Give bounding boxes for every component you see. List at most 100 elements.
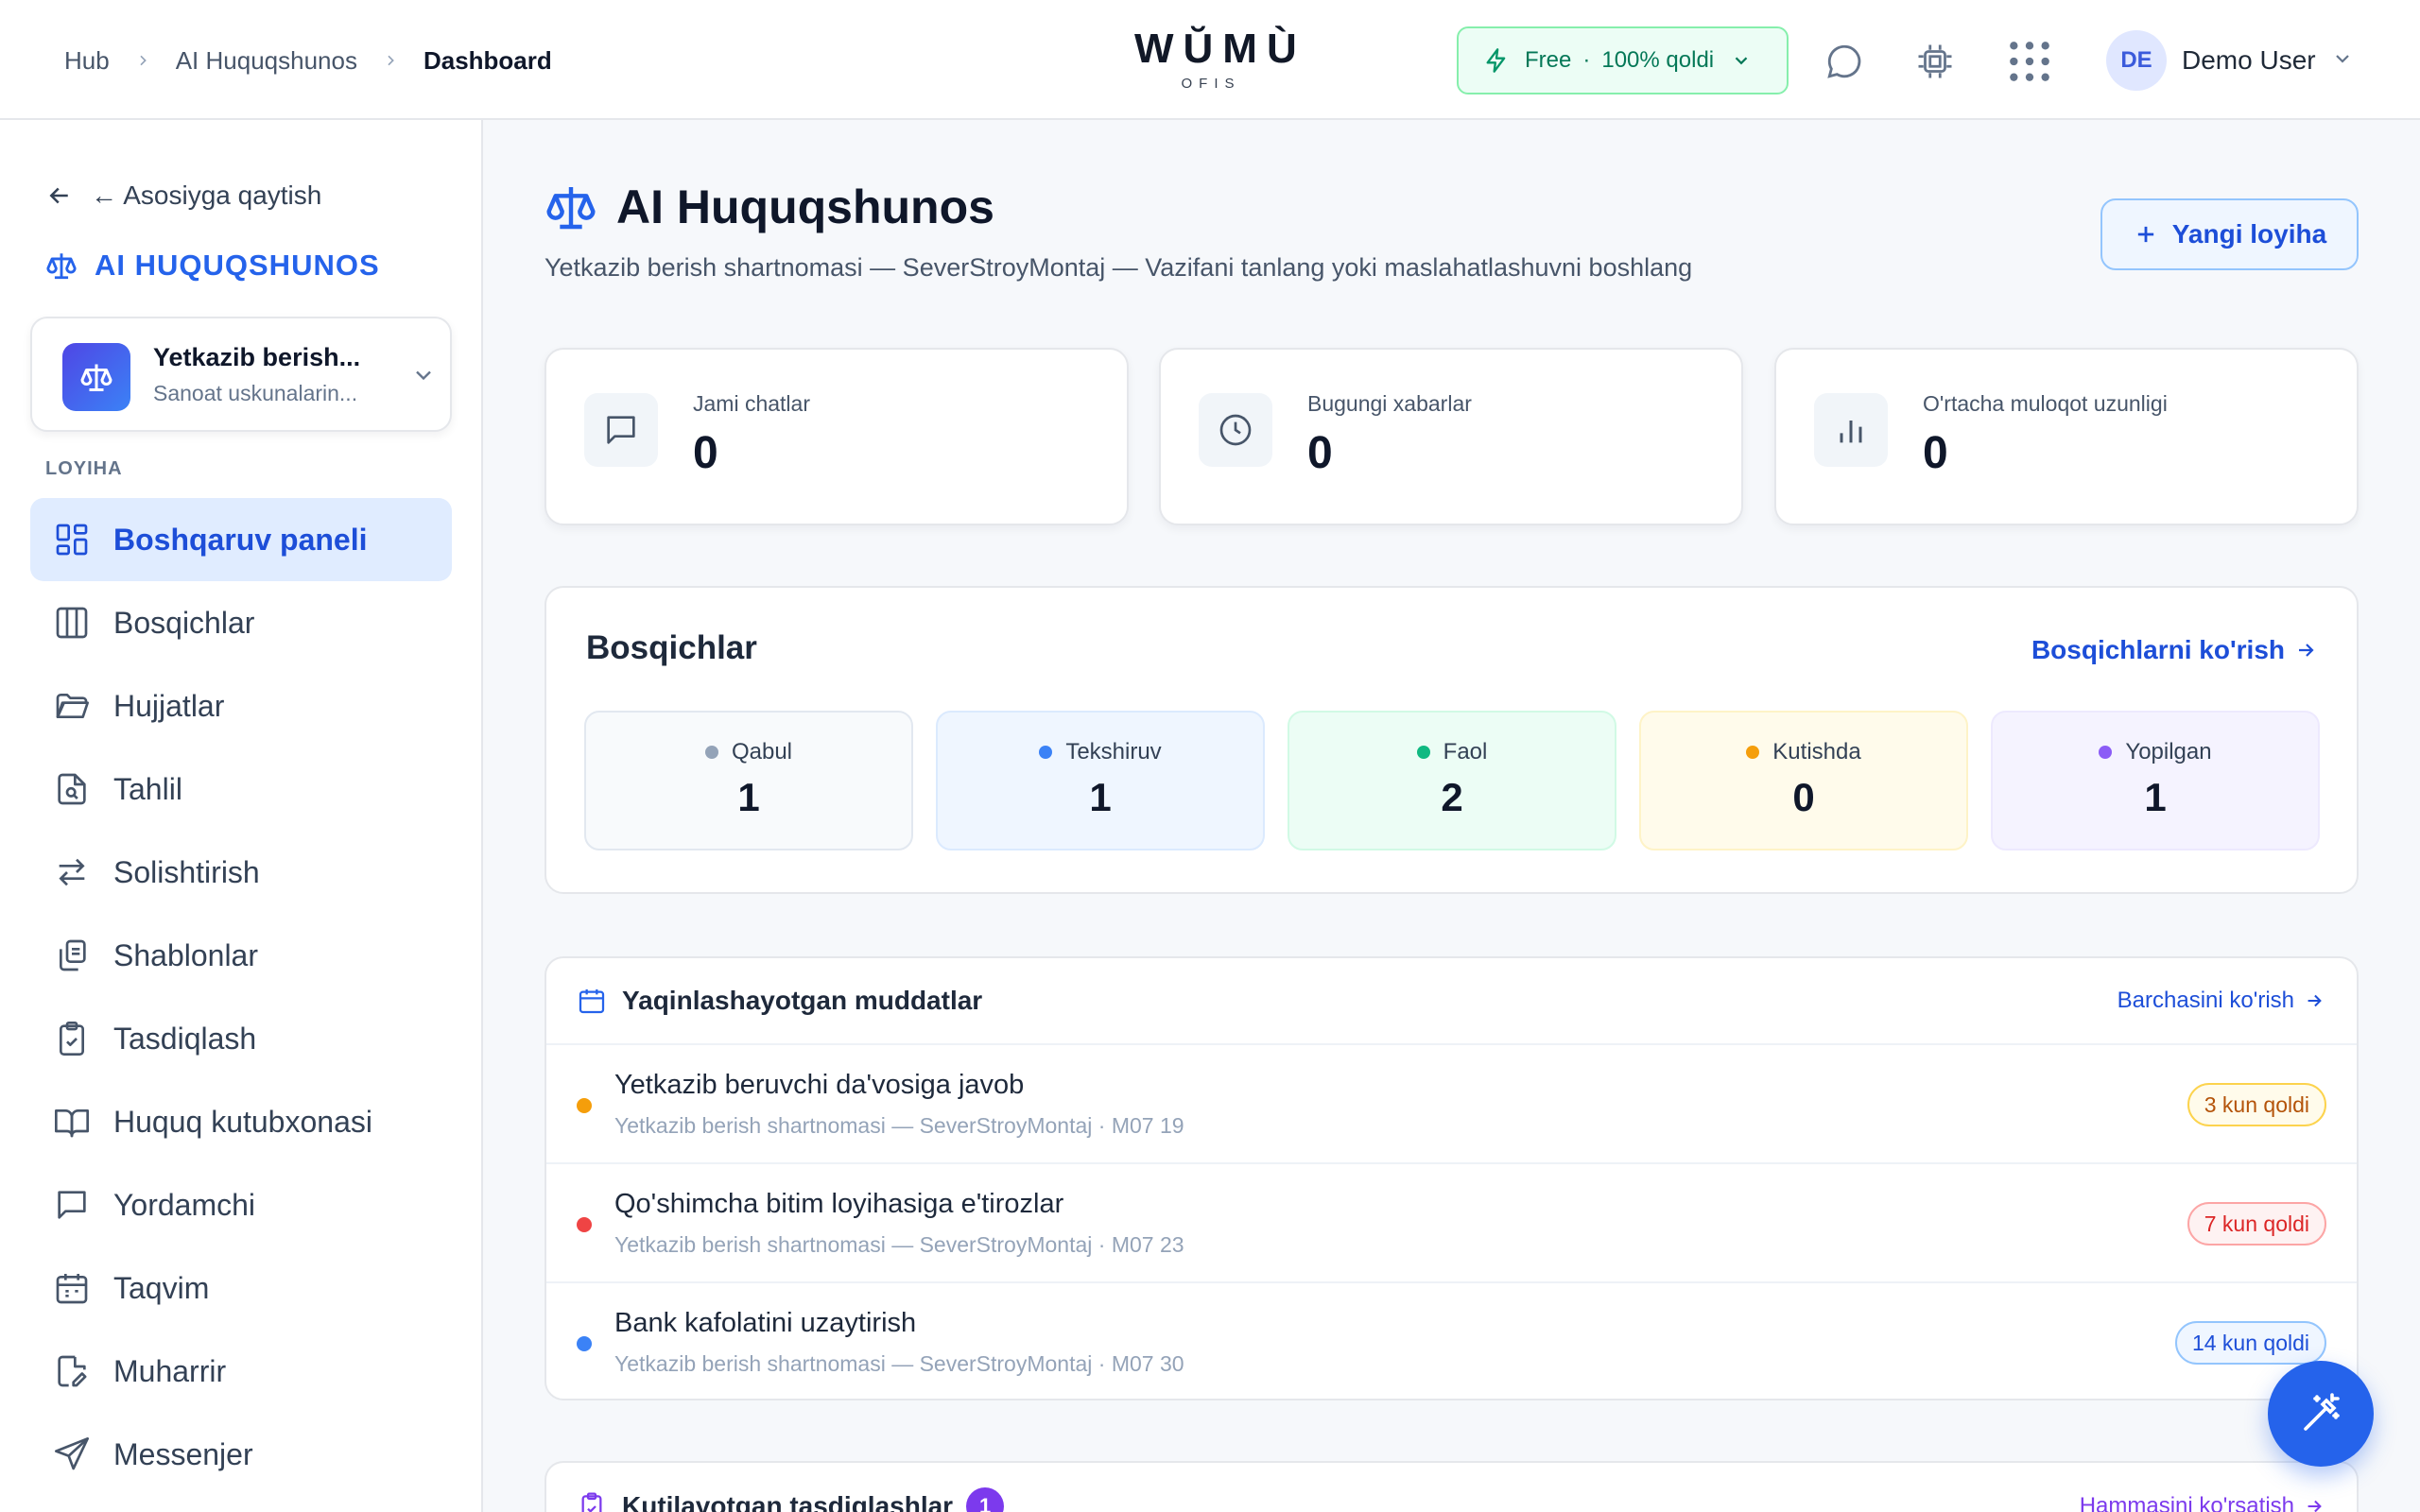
sidebar-item-yordamchi[interactable]: Yordamchi: [30, 1163, 452, 1246]
stage-tile-yopilgan[interactable]: Yopilgan 1: [1991, 711, 2320, 850]
sidebar-item-bosqichlar[interactable]: Bosqichlar: [30, 581, 452, 664]
logo-subtitle: OFIS: [1181, 76, 1241, 92]
clock-icon: [1199, 393, 1272, 467]
plan-remaining: 100% qoldi: [1601, 47, 1715, 73]
cpu-icon: [1918, 44, 1952, 78]
stage-tile-qabul[interactable]: Qabul 1: [584, 711, 913, 850]
stages-title: Bosqichlar: [586, 629, 757, 666]
stage-count: 2: [1441, 775, 1463, 819]
plan-button[interactable]: Free · 100% qoldi: [1457, 26, 1789, 94]
stage-tile-tekshiruv[interactable]: Tekshiruv 1: [936, 711, 1265, 850]
view-stages-link[interactable]: Bosqichlarni ko'rish: [2031, 635, 2317, 665]
approvals-card: Kutilayotgan tasdiqlashlar 1 Hammasini k…: [544, 1461, 2359, 1512]
project-title: Yetkazib berish...: [153, 343, 361, 371]
chat-icon: [58, 1191, 86, 1219]
sidebar-item-messenjer[interactable]: Messenjer: [30, 1413, 452, 1496]
user-name[interactable]: Demo User: [2182, 42, 2316, 79]
logo-mark: WŬMÙ: [1134, 26, 1306, 72]
chat-bubble-icon: [1827, 44, 1861, 78]
sidebar-item-tasdiqlash[interactable]: Tasdiqlash: [30, 997, 452, 1080]
cpu-button[interactable]: [1911, 38, 1959, 85]
deadline-title: Qo'shimcha bitim loyihasiga e'tirozlar: [614, 1189, 1064, 1219]
scales-icon: [80, 364, 112, 391]
chevron-down-icon[interactable]: [2331, 47, 2354, 75]
breadcrumb-hub[interactable]: Hub: [64, 46, 110, 76]
days-left-badge: 3 kun qoldi: [2187, 1083, 2326, 1126]
priority-dot: [577, 1217, 592, 1232]
project-selector[interactable]: Yetkazib berish... Sanoat uskunalarin...: [30, 317, 452, 432]
sidebar-item-hujjatlar[interactable]: Hujjatlar: [30, 664, 452, 747]
new-project-button[interactable]: Yangi loyiha: [2100, 198, 2359, 270]
stage-tile-faol[interactable]: Faol 2: [1288, 711, 1616, 850]
clipboard-check-icon: [60, 1022, 84, 1056]
messages-button[interactable]: [1821, 38, 1868, 85]
deadline-row[interactable]: Qo'shimcha bitim loyihasiga e'tirozlar Y…: [546, 1164, 2357, 1283]
days-left-badge: 14 kun qoldi: [2174, 1321, 2326, 1365]
page-subtitle: Yetkazib berish shartnomasi — SeverStroy…: [544, 253, 1693, 282]
back-to-home-link[interactable]: ← Asosiyga qaytish: [45, 180, 321, 211]
magic-wand-icon: [2304, 1393, 2340, 1431]
chevron-right-icon: [127, 42, 159, 79]
sidebar-item-muharrir[interactable]: Muharrir: [30, 1330, 452, 1413]
chat-icon: [584, 393, 658, 467]
show-all-approvals-link[interactable]: Hammasini ko'rsatish: [2080, 1493, 2325, 1512]
sidebar-item-shablonlar[interactable]: Shablonlar: [30, 914, 452, 997]
app-logo[interactable]: WŬMÙ OFIS: [1125, 25, 1306, 92]
breadcrumb-dashboard: Dashboard: [423, 45, 552, 75]
stage-dot: [1746, 746, 1760, 759]
chevron-right-icon: [374, 42, 406, 79]
stat-label: Jami chatlar: [693, 391, 810, 416]
arrow-right-icon: [2308, 1500, 2322, 1512]
ai-assistant-fab[interactable]: [2268, 1361, 2374, 1467]
sidebar-item-huquq-kutubxonasi[interactable]: Huquq kutubxonasi: [30, 1080, 452, 1163]
stage-dot: [704, 746, 718, 759]
deadline-title: Bank kafolatini uzaytirish: [614, 1308, 917, 1338]
stat-value: 0: [693, 428, 718, 478]
bar-chart-icon: [1814, 393, 1888, 467]
deadline-meta: Yetkazib berish shartnomasi — SeverStroy…: [614, 1351, 1184, 1376]
page-title: AI Huquqshunos: [544, 180, 994, 234]
stat-value: 0: [1923, 428, 1948, 478]
sidebar-item-boshqaruv-paneli[interactable]: Boshqaruv paneli: [30, 498, 452, 581]
approvals-count-badge: 1: [966, 1487, 1005, 1512]
stage-tile-kutishda[interactable]: Kutishda 0: [1639, 711, 1968, 850]
deadline-row[interactable]: Bank kafolatini uzaytirish Yetkazib beri…: [546, 1283, 2357, 1399]
stage-count: 0: [1792, 775, 1815, 819]
arrow-right-icon: [2308, 994, 2322, 1007]
stage-dot: [1416, 746, 1430, 759]
priority-dot: [577, 1098, 592, 1113]
stat-card-today-messages: Bugungi xabarlar 0: [1159, 348, 1743, 525]
view-all-deadlines-link[interactable]: Barchasini ko'rish: [2118, 988, 2325, 1014]
deadlines-title: Yaqinlashayotgan muddatlar: [622, 986, 983, 1015]
sidebar-item-taqvim[interactable]: Taqvim: [30, 1246, 452, 1330]
section-title: AI HUQUQSHUNOS: [45, 249, 380, 283]
stage-count: 1: [2144, 775, 2167, 819]
copy-icon: [59, 939, 86, 971]
sidebar-item-tahlil[interactable]: Tahlil: [30, 747, 452, 831]
arrow-left-icon: [49, 187, 68, 204]
breadcrumb-ai-huquqshunos[interactable]: AI Huquqshunos: [176, 46, 357, 76]
stage-dot: [2099, 746, 2113, 759]
apps-grid-button[interactable]: [2006, 38, 2053, 85]
calendar-icon: [579, 989, 605, 1014]
file-edit-icon: [58, 1355, 87, 1387]
avatar[interactable]: DE: [2106, 30, 2167, 91]
sidebar-nav: Boshqaruv paneli Bosqichlar Hujjatlar Ta…: [30, 498, 452, 1496]
sidebar: ← Asosiyga qaytish AI HUQUQSHUNOS Yetkaz…: [0, 120, 483, 1512]
stat-label: O'rtacha muloqot uzunligi: [1923, 391, 2168, 416]
project-icon: [62, 343, 130, 411]
stage-dot: [1039, 746, 1053, 759]
scales-icon: [546, 187, 596, 230]
stage-count: 1: [1089, 775, 1112, 819]
stat-label: Bugungi xabarlar: [1307, 391, 1472, 416]
deadline-row[interactable]: Yetkazib beruvchi da'vosiga javob Yetkaz…: [546, 1045, 2357, 1164]
plan-name: Free: [1525, 47, 1572, 73]
plus-icon: [2137, 226, 2153, 243]
chevron-down-icon: [1731, 50, 1752, 71]
columns-icon: [56, 607, 88, 639]
top-header: Hub AI Huquqshunos Dashboard WŬMÙ OFIS F…: [0, 0, 2420, 120]
book-icon: [55, 1109, 89, 1138]
sidebar-item-solishtirish[interactable]: Solishtirish: [30, 831, 452, 914]
deadlines-card: Yaqinlashayotgan muddatlar Barchasini ko…: [544, 956, 2359, 1400]
dashboard-icon: [56, 524, 88, 556]
